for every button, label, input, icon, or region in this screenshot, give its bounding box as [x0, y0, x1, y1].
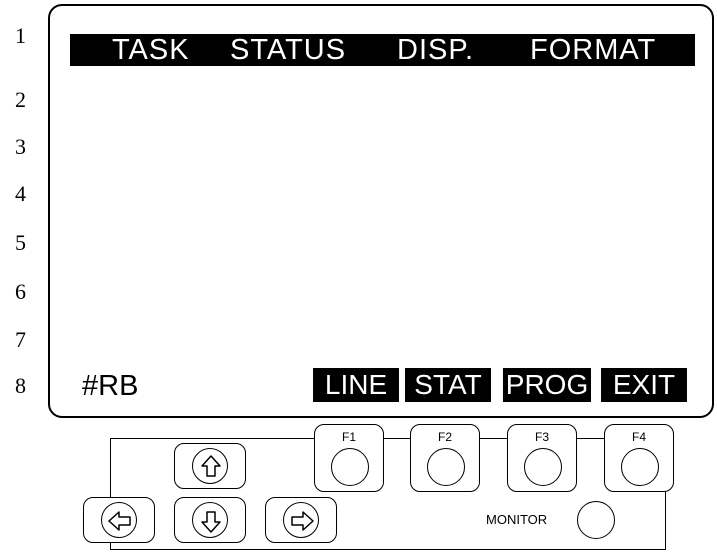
display-screen	[48, 4, 714, 418]
right-arrow-button[interactable]	[265, 497, 337, 543]
f4-button[interactable]: F4	[604, 424, 674, 492]
title-item-disp: DISP.	[397, 34, 475, 66]
up-arrow-icon	[201, 455, 221, 477]
f3-key[interactable]	[524, 448, 562, 486]
softkey-line: LINE	[313, 368, 399, 402]
f3-label: F3	[534, 430, 549, 444]
mode-label: #RB	[82, 370, 139, 402]
softkey-stat: STAT	[405, 368, 491, 402]
title-item-format: FORMAT	[530, 34, 657, 66]
title-bar: TASK STATUS DISP. FORMAT	[70, 34, 695, 66]
monitor-button[interactable]	[577, 501, 615, 539]
down-arrow-icon	[201, 511, 221, 533]
left-arrow-icon	[108, 511, 131, 531]
title-item-status: STATUS	[230, 34, 347, 66]
title-item-task: TASK	[112, 34, 190, 66]
line-number: 2	[15, 87, 26, 112]
line-number: 4	[15, 181, 26, 206]
f4-label: F4	[631, 430, 646, 444]
up-arrow-button[interactable]	[174, 443, 246, 489]
line-number: 3	[15, 134, 26, 159]
f2-key[interactable]	[427, 448, 465, 486]
softkey-exit: EXIT	[601, 368, 687, 402]
f2-button[interactable]: F2	[410, 424, 480, 492]
f4-key[interactable]	[621, 448, 659, 486]
line-number: 5	[15, 230, 26, 255]
line-number: 6	[15, 279, 26, 304]
f2-label: F2	[437, 430, 452, 444]
line-number: 1	[15, 23, 26, 48]
f1-button[interactable]: F1	[314, 424, 384, 492]
monitor-label: MONITOR	[486, 512, 548, 527]
down-arrow-button[interactable]	[174, 497, 246, 543]
right-arrow-icon	[291, 511, 314, 531]
line-number: 7	[15, 327, 26, 352]
f1-label: F1	[341, 430, 356, 444]
left-arrow-button[interactable]	[83, 497, 155, 543]
line-number: 8	[15, 373, 26, 398]
f1-key[interactable]	[331, 448, 369, 486]
softkey-prog: PROG	[503, 368, 591, 402]
f3-button[interactable]: F3	[507, 424, 577, 492]
